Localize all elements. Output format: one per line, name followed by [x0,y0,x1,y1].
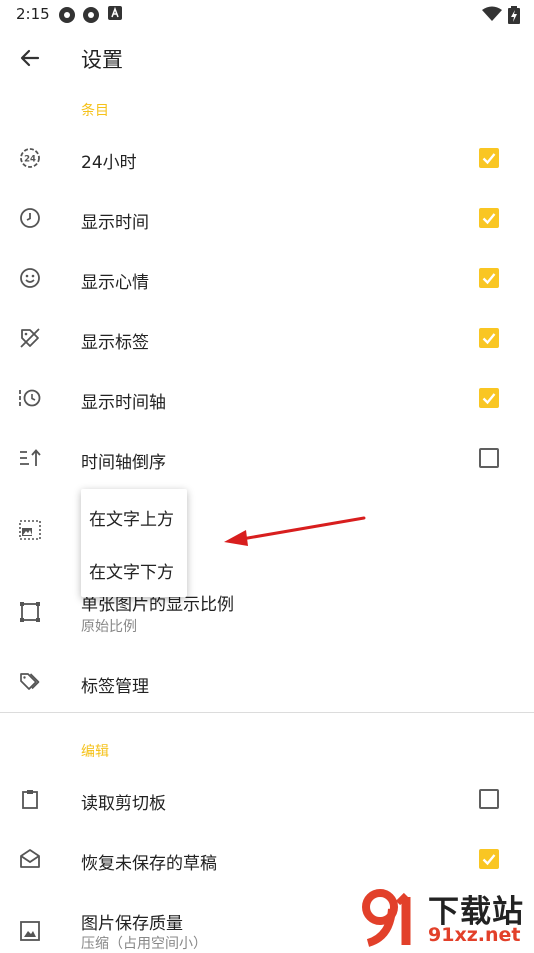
checkbox-show-tags[interactable] [479,328,499,348]
checkbox-timeline-reverse[interactable] [479,448,499,468]
smiley-icon [20,268,40,288]
setting-summary: 压缩（占用空间小） [81,936,207,952]
setting-restore-draft[interactable]: 恢复未保存的草稿 [0,829,534,889]
section-header-items: 条目 [81,103,109,119]
image-position-icon [19,520,41,540]
setting-label: 时间轴倒序 [81,453,166,473]
sort-ascending-icon [20,449,41,466]
setting-label: 标签管理 [81,677,149,697]
watermark-logo: 下载站 91xz.net [362,885,534,950]
setting-show-mood[interactable]: 显示心情 [0,248,534,308]
setting-label: 读取剪切板 [81,794,166,814]
setting-24-hour[interactable]: 24 24小时 [0,128,534,188]
checkbox-24-hour[interactable] [479,148,499,168]
notification-app-icon [59,7,75,23]
app-bar: 设置 [0,28,534,88]
setting-show-timeline[interactable]: 显示时间轴 [0,368,534,428]
option-below-text[interactable]: 在文字下方 [89,558,174,583]
setting-show-time[interactable]: 显示时间 [0,188,534,248]
watermark-domain: 91xz.net [428,924,521,946]
section-header-edit: 编辑 [81,744,109,760]
wifi-icon [482,6,502,21]
notification-app-icon-2 [83,7,99,23]
setting-label: 24小时 [81,153,137,173]
setting-show-tags[interactable]: 显示标签 [0,308,534,368]
watermark-91-icon [362,889,411,947]
setting-label: 恢复未保存的草稿 [81,854,217,874]
clock-24-icon: 24 [20,148,40,168]
setting-tag-management[interactable]: 标签管理 [0,652,534,712]
tags-icon [20,673,40,690]
annotation-arrow [224,516,366,546]
option-above-text[interactable]: 在文字上方 [89,505,174,530]
checkbox-read-clipboard[interactable] [479,789,499,809]
checkbox-show-time[interactable] [479,208,499,228]
checkbox-restore-draft[interactable] [479,849,499,869]
timeline-clock-icon [19,389,41,407]
notification-a-icon [108,6,122,20]
setting-label: 显示时间轴 [81,393,166,413]
image-position-popup-menu: 在文字上方 在文字下方 [81,489,187,597]
status-time: 2:15 [16,5,50,23]
back-arrow-icon[interactable] [14,42,46,74]
checkbox-show-mood[interactable] [479,268,499,288]
image-icon [20,921,40,941]
setting-summary: 原始比例 [81,619,137,635]
status-bar: 2:15 [0,0,534,28]
battery-icon [508,6,520,24]
setting-label: 显示标签 [81,333,149,353]
drafts-mail-icon [20,849,40,868]
setting-label: 显示时间 [81,213,149,233]
setting-timeline-reverse[interactable]: 时间轴倒序 [0,428,534,488]
clock-icon [20,208,40,228]
svg-text:24: 24 [24,155,36,165]
setting-label: 图片保存质量 [81,914,183,934]
crop-frame-icon [20,602,40,622]
setting-read-clipboard[interactable]: 读取剪切板 [0,769,534,829]
setting-label: 显示心情 [81,273,149,293]
tag-off-icon [20,328,40,348]
page-title: 设置 [81,48,123,72]
clipboard-icon [22,790,38,809]
section-divider [0,712,534,713]
checkbox-show-timeline[interactable] [479,388,499,408]
